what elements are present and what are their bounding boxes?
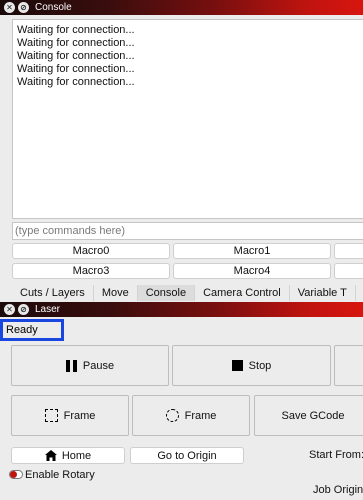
tab-move[interactable]: Move	[94, 285, 138, 301]
laser-titlebar: ✕ ⊘ Laser	[0, 302, 363, 317]
macro0-button[interactable]: Macro0	[12, 243, 170, 259]
enable-rotary-toggle[interactable]	[9, 470, 23, 479]
console-line: Waiting for connection...	[17, 63, 135, 75]
go-to-origin-label: Go to Origin	[157, 449, 217, 462]
window-tabs: Cuts / Layers Move Console Camera Contro…	[0, 285, 363, 301]
macro3-button[interactable]: Macro3	[12, 263, 170, 279]
macro1-button[interactable]: Macro1	[173, 243, 331, 259]
close-icon[interactable]: ✕	[4, 2, 15, 13]
macro4-button[interactable]: Macro4	[173, 263, 331, 279]
console-titlebar: ✕ ⊘ Console	[0, 0, 363, 15]
macro2-button[interactable]	[334, 243, 363, 259]
pause-icon	[65, 359, 77, 372]
close-icon[interactable]: ✕	[4, 304, 15, 315]
tab-camera-control[interactable]: Camera Control	[195, 285, 290, 301]
tab-variable-text[interactable]: Variable T	[290, 285, 356, 301]
tab-console[interactable]: Console	[137, 285, 196, 301]
stop-label: Stop	[248, 359, 272, 372]
float-icon[interactable]: ⊘	[18, 2, 29, 13]
console-output[interactable]: Waiting for connection... Waiting for co…	[12, 19, 363, 219]
console-line: Waiting for connection...	[17, 76, 135, 88]
frame-rect-label: Frame	[63, 409, 96, 422]
stop-icon	[231, 360, 243, 371]
home-icon	[44, 450, 57, 461]
save-gcode-button[interactable]: Save GCode	[254, 395, 363, 436]
float-icon[interactable]: ⊘	[18, 304, 29, 315]
console-line: Waiting for connection...	[17, 50, 135, 62]
go-to-origin-button[interactable]: Go to Origin	[130, 447, 244, 464]
status-text: Ready	[0, 319, 64, 341]
save-gcode-label: Save GCode	[281, 409, 345, 422]
stop-button[interactable]: Stop	[172, 345, 331, 386]
home-label: Home	[61, 449, 92, 462]
macro5-button[interactable]	[334, 263, 363, 279]
start-from-label: Start From:	[309, 449, 363, 461]
console-title: Console	[35, 2, 72, 13]
job-origin-label: Job Origin	[313, 484, 363, 496]
frame-rect-icon	[44, 409, 58, 422]
console-line: Waiting for connection...	[17, 24, 135, 36]
extra-button[interactable]	[334, 345, 363, 386]
command-input[interactable]	[12, 222, 363, 240]
console-line: Waiting for connection...	[17, 37, 135, 49]
frame-circle-button[interactable]: Frame	[132, 395, 250, 436]
enable-rotary-label: Enable Rotary	[25, 469, 95, 481]
home-button[interactable]: Home	[11, 447, 125, 464]
pause-button[interactable]: Pause	[11, 345, 169, 386]
pause-label: Pause	[82, 359, 115, 372]
frame-circle-label: Frame	[184, 409, 217, 422]
frame-circle-icon	[165, 409, 179, 422]
laser-title: Laser	[35, 304, 61, 315]
tab-cuts-layers[interactable]: Cuts / Layers	[0, 285, 94, 301]
frame-rect-button[interactable]: Frame	[11, 395, 129, 436]
